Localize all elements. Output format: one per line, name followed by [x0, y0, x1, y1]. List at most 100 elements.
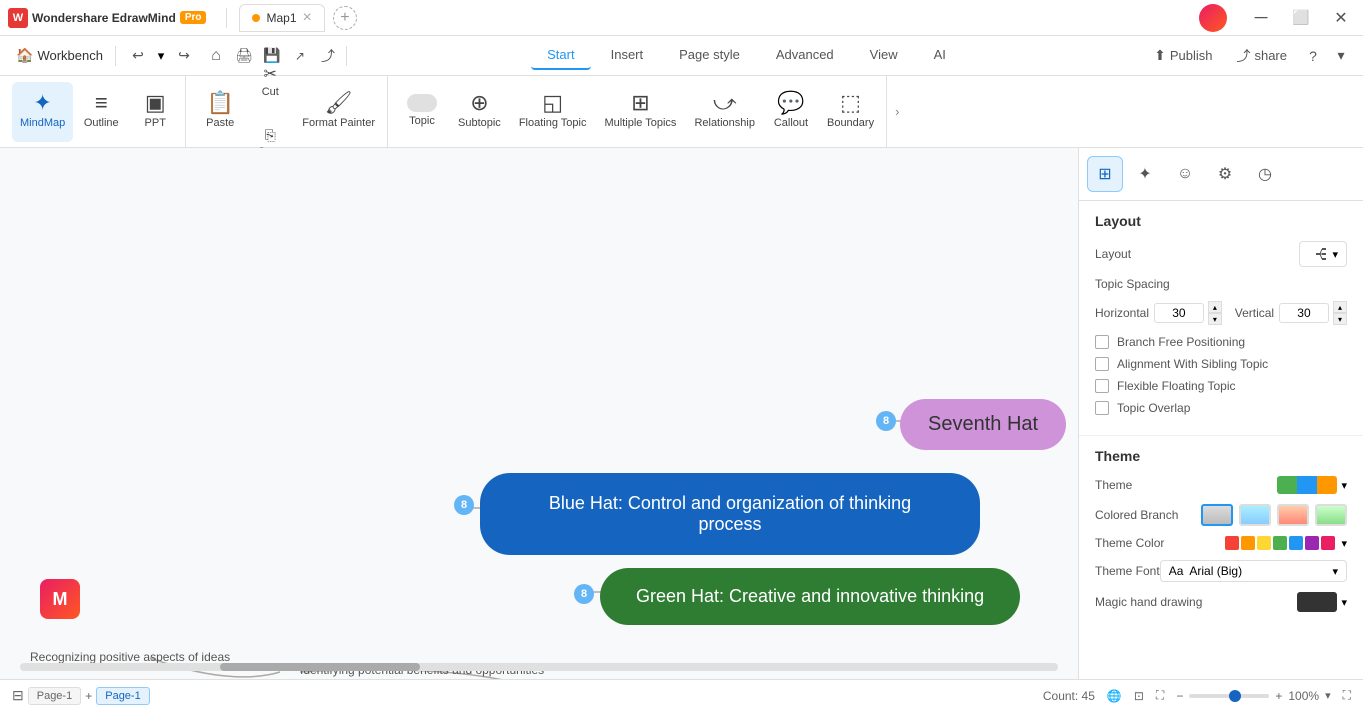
tab-start[interactable]: Start: [531, 41, 590, 70]
branch-circle-green[interactable]: 8: [574, 584, 594, 604]
horizontal-input[interactable]: [1154, 303, 1204, 323]
app-tab[interactable]: Map1 ×: [239, 4, 324, 32]
topic-button[interactable]: Topic: [396, 82, 448, 142]
branch-icon-2[interactable]: [1239, 504, 1271, 526]
subtopic-icon: ⊕: [470, 92, 488, 114]
checkbox-branch-free-box[interactable]: [1095, 335, 1109, 349]
tab-page-style[interactable]: Page style: [663, 41, 756, 70]
seventh-hat-topic[interactable]: Seventh Hat: [900, 399, 1066, 450]
undo-dropdown[interactable]: ▾: [154, 49, 168, 63]
help-button[interactable]: ?: [1299, 42, 1327, 70]
tab-view[interactable]: View: [854, 41, 914, 70]
menu-tabs: Start Insert Page style Advanced View AI: [351, 41, 1142, 70]
zoom-out-icon[interactable]: −: [1176, 689, 1183, 703]
redo-button[interactable]: ↪: [170, 42, 198, 70]
green-hat-node[interactable]: 8 Green Hat: Creative and innovative thi…: [600, 568, 1020, 625]
outline-button[interactable]: ≡ Outline: [75, 82, 127, 142]
page-layout-icon[interactable]: ⊟: [12, 687, 24, 704]
layout-selector[interactable]: ▾: [1299, 241, 1347, 267]
theme-font-selector[interactable]: Aa Arial (Big) ▾: [1160, 560, 1347, 582]
blue-hat-node[interactable]: 8 Blue Hat: Control and organization of …: [480, 473, 980, 555]
callout-button[interactable]: 💬 Callout: [765, 82, 817, 142]
vertical-input[interactable]: [1279, 303, 1329, 323]
undo-button[interactable]: ↩: [124, 42, 152, 70]
branch-icon-3[interactable]: [1277, 504, 1309, 526]
panel-gear-btn[interactable]: ⚙: [1207, 156, 1243, 192]
zoom-slider[interactable]: [1189, 694, 1269, 698]
spacing-inputs-row: Horizontal ▴ ▾ Vertical ▴ ▾: [1095, 301, 1347, 325]
horizontal-down[interactable]: ▾: [1208, 313, 1222, 325]
format-painter-button[interactable]: 🖌 Format Painter: [294, 82, 383, 142]
seventh-hat-node[interactable]: 8 Seventh Hat: [900, 399, 1066, 450]
fit-icon[interactable]: ⊡: [1134, 689, 1144, 703]
clipboard-group: 📋 Paste ✂ Cut ⎘ Copy 🖌 Format Painter: [190, 76, 388, 147]
zoom-dropdown[interactable]: ▾: [1325, 689, 1331, 702]
multiple-topics-label: Multiple Topics: [604, 117, 676, 130]
share-button[interactable]: ⤴ share: [1224, 40, 1299, 72]
scrollbar-thumb[interactable]: [220, 663, 420, 671]
ppt-button[interactable]: ▣ PPT: [129, 82, 181, 142]
page-1-tag[interactable]: Page-1: [28, 687, 81, 705]
publish-button[interactable]: ⬆ Publish: [1142, 41, 1224, 70]
panel-layout-btn[interactable]: ⊞: [1087, 156, 1123, 192]
blue-hat-topic[interactable]: Blue Hat: Control and organization of th…: [480, 473, 980, 555]
branch-circle-blue[interactable]: 8: [454, 495, 474, 515]
checkbox-flexible-box[interactable]: [1095, 379, 1109, 393]
home-button[interactable]: ⌂: [202, 42, 230, 70]
fullscreen-icon[interactable]: ⛶: [1156, 688, 1164, 703]
tab-add-button[interactable]: +: [333, 6, 357, 30]
tab-advanced[interactable]: Advanced: [760, 41, 850, 70]
branch-circle-seventh[interactable]: 8: [876, 411, 896, 431]
settings-dropdown[interactable]: ▾: [1327, 42, 1355, 70]
tab-insert[interactable]: Insert: [595, 41, 660, 70]
toolbar-more[interactable]: ›: [891, 100, 903, 123]
checkbox-overlap-box[interactable]: [1095, 401, 1109, 415]
current-page-tag[interactable]: Page-1: [96, 687, 149, 705]
mindmap-button[interactable]: ✦ MindMap: [12, 82, 73, 142]
globe-icon[interactable]: 🌐: [1107, 689, 1122, 703]
zoom-in-icon[interactable]: +: [1275, 689, 1282, 703]
tab-close-icon[interactable]: ×: [303, 9, 312, 27]
canvas-area[interactable]: 8 Seventh Hat 8 Blue Hat: Control and or…: [0, 148, 1078, 679]
subtopic-button[interactable]: ⊕ Subtopic: [450, 82, 509, 142]
theme-label: Theme: [1095, 478, 1132, 492]
panel-emoji-btn[interactable]: ☺: [1167, 156, 1203, 192]
publish-label: Publish: [1170, 48, 1213, 63]
theme-color-selector[interactable]: ▾: [1225, 536, 1347, 550]
theme-color-row: Theme Color ▾: [1095, 536, 1347, 550]
blue-hat-text: Blue Hat: Control and organization of th…: [549, 493, 911, 534]
avatar[interactable]: [1199, 4, 1227, 32]
close-button[interactable]: ✕: [1327, 4, 1355, 32]
main-content: 8 Seventh Hat 8 Blue Hat: Control and or…: [0, 148, 1363, 679]
maximize-button[interactable]: ⬜: [1287, 4, 1315, 32]
colored-branch-row: Colored Branch: [1095, 504, 1347, 526]
count-label: Count: 45: [1043, 689, 1095, 703]
font-dropdown-arrow: ▾: [1332, 565, 1338, 578]
share-icon-btn[interactable]: ⤴: [314, 42, 342, 70]
branch-icon-1[interactable]: [1201, 504, 1233, 526]
paste-button[interactable]: 📋 Paste: [194, 82, 246, 142]
fullscreen-button[interactable]: ⛶: [1343, 688, 1351, 703]
minimize-button[interactable]: ─: [1247, 4, 1275, 32]
vertical-down[interactable]: ▾: [1333, 313, 1347, 325]
cut-button[interactable]: ✂ Cut: [248, 51, 292, 111]
horizontal-up[interactable]: ▴: [1208, 301, 1222, 313]
tab-ai[interactable]: AI: [918, 41, 962, 70]
checkbox-alignment-box[interactable]: [1095, 357, 1109, 371]
workbench-button[interactable]: 🏠 Workbench: [8, 43, 111, 68]
relationship-button[interactable]: ⤻ Relationship: [686, 82, 763, 142]
share-label: share: [1254, 48, 1287, 63]
floating-topic-button[interactable]: ◱ Floating Topic: [511, 82, 595, 142]
panel-clock-btn[interactable]: ◷: [1247, 156, 1283, 192]
horizontal-scrollbar[interactable]: [20, 663, 1058, 671]
magic-drawing-selector[interactable]: ▾: [1297, 592, 1347, 612]
page-add-button[interactable]: +: [85, 689, 92, 703]
vertical-up[interactable]: ▴: [1333, 301, 1347, 313]
branch-icon-4[interactable]: [1315, 504, 1347, 526]
theme-selector[interactable]: ▾: [1277, 476, 1347, 494]
green-hat-topic[interactable]: Green Hat: Creative and innovative think…: [600, 568, 1020, 625]
multiple-topics-button[interactable]: ⊞ Multiple Topics: [596, 82, 684, 142]
boundary-button[interactable]: ⬚ Boundary: [819, 82, 882, 142]
panel-icon-row: ⊞ ✦ ☺ ⚙ ◷: [1079, 148, 1363, 201]
panel-sparkle-btn[interactable]: ✦: [1127, 156, 1163, 192]
